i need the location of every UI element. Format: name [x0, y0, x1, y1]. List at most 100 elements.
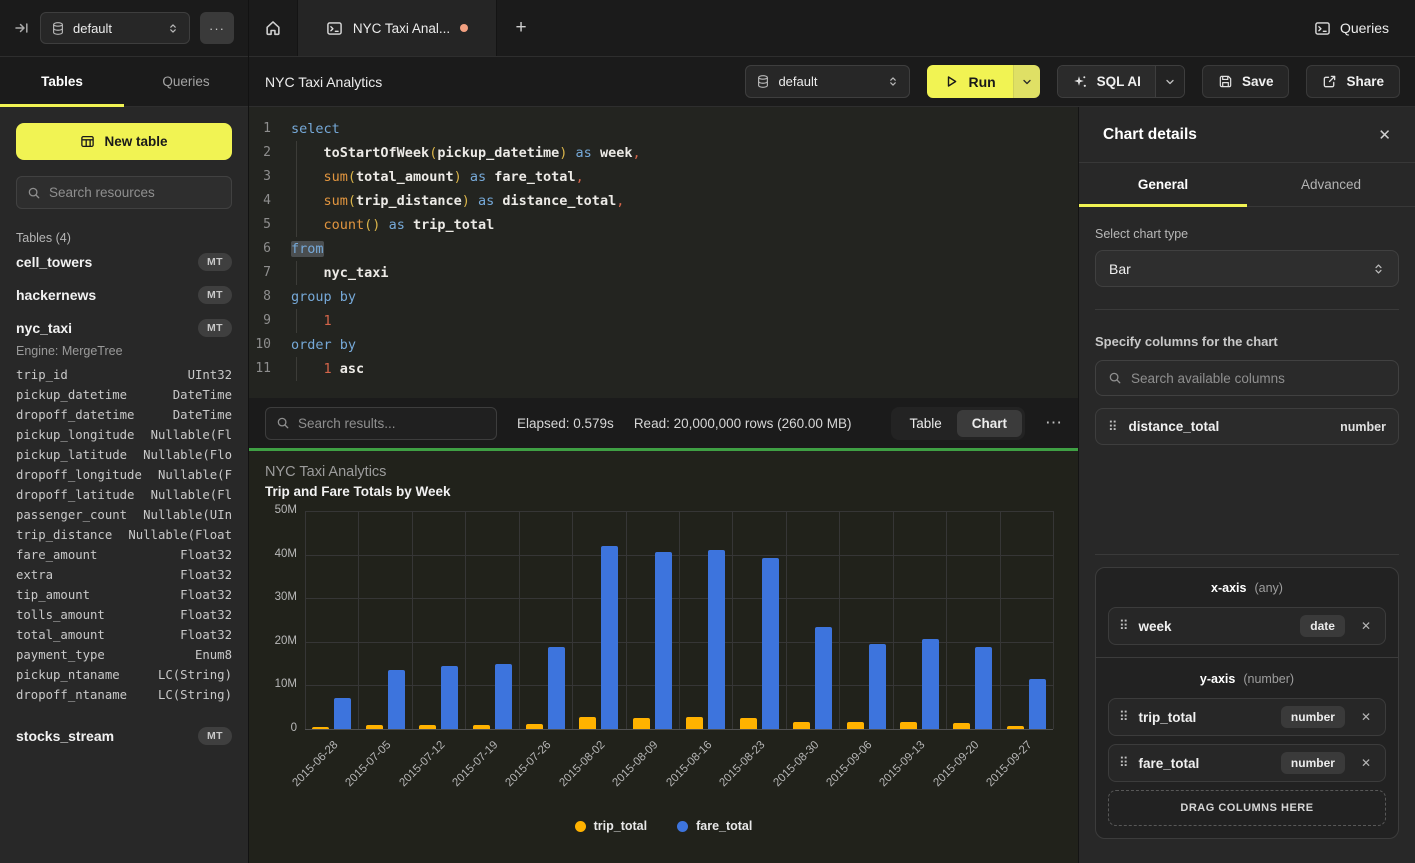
bar-trip_total — [1007, 726, 1024, 729]
indent-guide — [296, 357, 297, 381]
column-type: Nullable(F — [158, 465, 232, 485]
column-type: Float32 — [180, 545, 232, 565]
view-toggle-table[interactable]: Table — [894, 410, 956, 437]
chart-type-select[interactable]: Bar — [1095, 250, 1399, 287]
drag-handle-icon[interactable]: ⠿ — [1119, 618, 1129, 634]
app-root: default ··· Tables Queries New table — [0, 0, 1415, 863]
table-list-item[interactable]: stocks_streamMT — [16, 719, 232, 752]
gridline-v — [1000, 511, 1001, 729]
queries-button[interactable]: Queries — [1314, 0, 1389, 56]
run-button[interactable]: Run — [927, 65, 1012, 98]
line-number: 4 — [249, 189, 283, 213]
engine-badge: MT — [198, 286, 232, 304]
chart-legend: trip_total fare_total — [249, 819, 1078, 833]
table-column-row: fare_amountFloat32 — [16, 545, 232, 565]
column-type: Float32 — [180, 565, 232, 585]
editor-column: 1select2 toStartOfWeek(pickup_datetime) … — [249, 107, 1078, 863]
line-number: 6 — [249, 237, 283, 261]
sql-ai-button[interactable]: SQL AI — [1058, 66, 1155, 97]
drag-handle-icon[interactable]: ⠿ — [1119, 755, 1129, 771]
elapsed-stat: Elapsed: 0.579s — [517, 416, 614, 431]
bar-fare_total — [815, 627, 832, 729]
code-token: fare_total — [494, 169, 575, 185]
code-token: pickup_datetime — [437, 145, 559, 161]
table-engine-label: Engine: MergeTree — [16, 344, 232, 358]
code-token: group by — [291, 289, 356, 305]
toolbar-database-selector[interactable]: default — [745, 65, 910, 98]
legend-item-fare_total[interactable]: fare_total — [677, 819, 752, 833]
line-number: 1 — [249, 117, 283, 141]
updown-chevron-icon — [1372, 262, 1385, 276]
bar-fare_total — [762, 558, 779, 729]
sidebar-more-button[interactable]: ··· — [200, 12, 234, 44]
sidebar-search-input[interactable] — [49, 185, 221, 200]
gridline-v — [839, 511, 840, 729]
table-list-item[interactable]: cell_towersMT — [16, 245, 232, 278]
table-column-row: tolls_amountFloat32 — [16, 605, 232, 625]
search-icon — [276, 416, 290, 430]
save-button[interactable]: Save — [1202, 65, 1290, 98]
sql-ai-options-button[interactable] — [1155, 66, 1184, 97]
table-column-row: pickup_longitudeNullable(Fl — [16, 425, 232, 445]
gridline-v — [946, 511, 947, 729]
sidebar-tabs: Tables Queries — [0, 57, 248, 107]
editor-line: 2 toStartOfWeek(pickup_datetime) as week… — [249, 141, 1078, 165]
tab-advanced[interactable]: Advanced — [1247, 163, 1415, 206]
remove-column-icon[interactable]: ✕ — [1361, 619, 1371, 633]
drag-handle-icon[interactable]: ⠿ — [1119, 709, 1129, 725]
axis-column-item[interactable]: ⠿weekdate✕ — [1108, 607, 1386, 645]
columns-search[interactable] — [1095, 360, 1399, 396]
results-search[interactable] — [265, 407, 497, 440]
axis-column-item[interactable]: ⠿trip_totalnumber✕ — [1108, 698, 1386, 736]
drop-zone[interactable]: DRAG COLUMNS HERE — [1108, 790, 1386, 826]
specify-columns-label: Specify columns for the chart — [1095, 334, 1399, 349]
chart-details-header: Chart details ✕ — [1079, 107, 1415, 163]
new-table-button[interactable]: New table — [16, 123, 232, 160]
line-code: group by — [283, 285, 356, 309]
new-tab-button[interactable]: + — [497, 0, 545, 56]
indent-guide — [296, 261, 297, 285]
table-column-row: dropoff_ntanameLC(String) — [16, 685, 232, 705]
column-type: LC(String) — [158, 685, 232, 705]
code-token: () — [364, 217, 380, 233]
results-more-button[interactable]: ⋯ — [1045, 413, 1062, 433]
results-toolbar: Elapsed: 0.579s Read: 20,000,000 rows (2… — [249, 398, 1078, 448]
gridline-v — [732, 511, 733, 729]
sidebar-tab-queries[interactable]: Queries — [124, 57, 248, 106]
table-column-row: trip_idUInt32 — [16, 365, 232, 385]
view-toggle-chart[interactable]: Chart — [957, 410, 1022, 437]
query-tab[interactable]: NYC Taxi Anal... — [297, 0, 497, 56]
columns-search-input[interactable] — [1131, 371, 1386, 386]
axis-column-item[interactable]: ⠿fare_totalnumber✕ — [1108, 744, 1386, 782]
y-axis-label: y-axis — [1200, 672, 1235, 686]
column-name: payment_type — [16, 645, 105, 665]
table-column-row: passenger_countNullable(UIn — [16, 505, 232, 525]
close-icon[interactable]: ✕ — [1378, 126, 1391, 144]
sql-editor[interactable]: 1select2 toStartOfWeek(pickup_datetime) … — [249, 107, 1078, 398]
run-options-button[interactable] — [1013, 65, 1040, 98]
tab-general[interactable]: General — [1079, 163, 1247, 206]
chart-subtitle: Trip and Fare Totals by Week — [265, 484, 1062, 499]
y-axis-tick: 40M — [251, 548, 297, 560]
y-axis-hint: (number) — [1243, 672, 1294, 686]
sidebar-search[interactable] — [16, 176, 232, 209]
table-list-item[interactable]: hackernewsMT — [16, 278, 232, 311]
engine-badge: MT — [198, 319, 232, 337]
share-button[interactable]: Share — [1306, 65, 1400, 98]
database-selector[interactable]: default — [40, 12, 190, 44]
collapse-sidebar-icon[interactable] — [14, 20, 30, 36]
gridline-v — [786, 511, 787, 729]
sidebar-tab-tables[interactable]: Tables — [0, 57, 124, 106]
drag-handle-icon[interactable]: ⠿ — [1108, 419, 1118, 435]
legend-item-trip_total[interactable]: trip_total — [575, 819, 647, 833]
table-list-item[interactable]: nyc_taxiMT — [16, 311, 232, 344]
available-column-item[interactable]: ⠿distance_totalnumber — [1095, 408, 1399, 445]
code-token: sum — [324, 193, 348, 209]
gridline-v — [412, 511, 413, 729]
remove-column-icon[interactable]: ✕ — [1361, 756, 1371, 770]
results-search-input[interactable] — [298, 416, 486, 431]
bar-trip_total — [740, 718, 757, 729]
code-token: as — [389, 217, 405, 233]
remove-column-icon[interactable]: ✕ — [1361, 710, 1371, 724]
home-button[interactable] — [249, 0, 297, 56]
